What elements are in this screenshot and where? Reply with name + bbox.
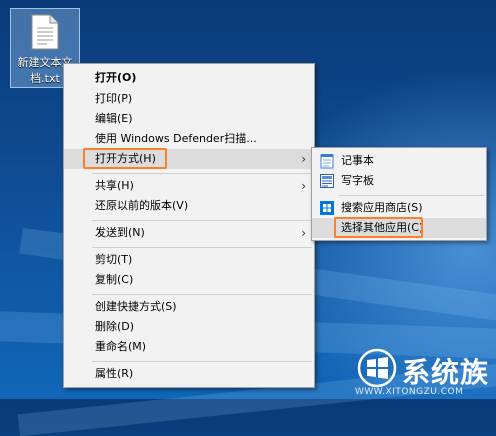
menu-separator <box>92 173 312 174</box>
menu-item-label: 发送到(N) <box>95 226 145 239</box>
menu-item-label: 共享(H) <box>95 179 134 192</box>
context-menu: 打开(O) 打印(P) 编辑(E) 使用 Windows Defender扫描.… <box>63 63 315 388</box>
menu-item-edit[interactable]: 编辑(E) <box>64 109 314 129</box>
menu-separator <box>92 247 312 248</box>
menu-item-label: 打开(O) <box>95 71 137 84</box>
submenu-item-label: 记事本 <box>341 154 374 167</box>
menu-item-defender-scan[interactable]: 使用 Windows Defender扫描... <box>64 129 314 149</box>
watermark-logo: 系统族 WWW.XITONGZU.COM <box>355 346 496 399</box>
menu-item-rename[interactable]: 重命名(M) <box>64 337 314 357</box>
menu-item-label: 打印(P) <box>95 92 133 105</box>
chevron-right-icon: › <box>301 152 306 166</box>
text-document-icon <box>31 14 59 50</box>
submenu-item-label: 写字板 <box>341 174 374 187</box>
menu-item-create-shortcut[interactable]: 创建快捷方式(S) <box>64 297 314 317</box>
menu-separator <box>92 294 312 295</box>
windows-logo-icon <box>357 348 397 388</box>
menu-item-label: 使用 Windows Defender扫描... <box>95 132 257 145</box>
menu-item-share[interactable]: 共享(H) › <box>64 176 314 196</box>
menu-separator <box>92 220 312 221</box>
menu-item-restore-versions[interactable]: 还原以前的版本(V) <box>64 196 314 216</box>
menu-separator <box>92 361 312 362</box>
menu-item-open[interactable]: 打开(O) <box>64 68 314 88</box>
submenu-item-wordpad[interactable]: 写字板 <box>312 171 486 191</box>
watermark-site-name: 系统族 <box>402 356 490 389</box>
menu-separator <box>338 195 484 196</box>
menu-item-label: 重命名(M) <box>95 340 147 353</box>
menu-item-delete[interactable]: 删除(D) <box>64 317 314 337</box>
submenu-item-search-store[interactable]: 搜索应用商店(S) <box>312 198 486 218</box>
menu-item-label: 属性(R) <box>95 367 134 380</box>
submenu-item-notepad[interactable]: 记事本 <box>312 151 486 171</box>
highlight-box <box>334 217 423 238</box>
chevron-right-icon: › <box>301 179 306 193</box>
menu-item-send-to[interactable]: 发送到(N) › <box>64 223 314 243</box>
menu-item-copy[interactable]: 复制(C) <box>64 270 314 290</box>
watermark-url: WWW.XITONGZU.COM <box>355 387 464 397</box>
store-icon <box>320 201 334 215</box>
menu-item-print[interactable]: 打印(P) <box>64 89 314 109</box>
menu-item-label: 编辑(E) <box>95 112 133 125</box>
highlight-box <box>83 148 167 169</box>
submenu-item-label: 搜索应用商店(S) <box>341 201 423 214</box>
menu-item-label: 创建快捷方式(S) <box>95 300 177 313</box>
open-with-submenu: 记事本 写字板 搜索应用商店(S) 选择其他应用(C) <box>311 147 487 241</box>
wordpad-icon <box>320 174 334 188</box>
menu-item-label: 还原以前的版本(V) <box>95 199 189 212</box>
menu-item-label: 剪切(T) <box>95 253 133 266</box>
menu-item-properties[interactable]: 属性(R) <box>64 364 314 384</box>
chevron-right-icon: › <box>301 226 306 240</box>
menu-item-cut[interactable]: 剪切(T) <box>64 250 314 270</box>
menu-item-label: 删除(D) <box>95 320 135 333</box>
menu-item-label: 复制(C) <box>95 273 134 286</box>
notepad-icon <box>320 154 334 169</box>
